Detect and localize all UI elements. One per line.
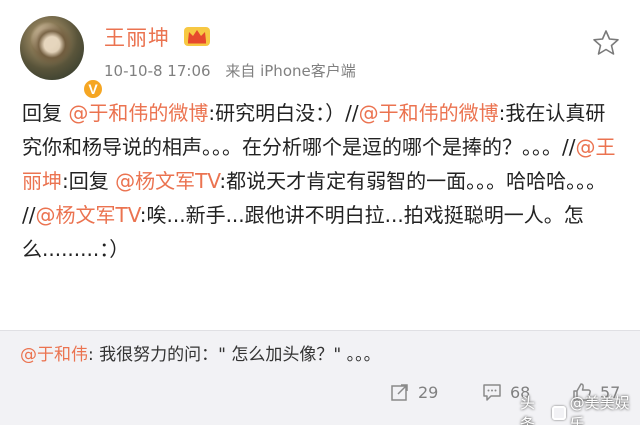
comment-author-mention[interactable]: @于和伟	[20, 345, 88, 365]
repost-count: 29	[418, 382, 439, 402]
username[interactable]: 王丽坤	[104, 22, 170, 52]
post-text-segment: 回复	[22, 101, 69, 125]
watermark-logo-icon	[552, 406, 566, 420]
mention-link[interactable]: @于和伟的微博	[68, 101, 208, 125]
post-text: 回复 @于和伟的微博:研究明白没：）//@于和伟的微博:我在认真研究你和杨导说的…	[22, 96, 624, 266]
post-text-segment: :回复	[62, 169, 116, 193]
watermark-prefix: 头条	[520, 394, 536, 425]
mention-link[interactable]: @于和伟的微博	[359, 101, 499, 125]
repost-icon	[391, 384, 408, 401]
repost-button[interactable]: 29	[390, 382, 438, 402]
mention-link[interactable]: @杨文军TV	[115, 169, 219, 193]
comment-text: : 我很努力的问：" 怎么加头像？" 。。。	[88, 345, 381, 365]
comment-icon	[483, 384, 501, 401]
star-icon[interactable]	[591, 28, 621, 58]
comment-line: @于和伟: 我很努力的问：" 怎么加头像？" 。。。	[20, 340, 381, 365]
post-text-segment: :研究明白没：）//	[208, 101, 359, 125]
post-header: V 王丽坤 10-10-8 17:06 来自 iPhone客户端	[0, 0, 640, 100]
avatar-photo	[30, 22, 74, 72]
post-time[interactable]: 10-10-8 17:06	[104, 62, 211, 80]
comment-preview[interactable]: @于和伟: 我很努力的问：" 怎么加头像？" 。。。	[0, 330, 640, 374]
mention-link[interactable]: @杨文军TV	[35, 203, 139, 227]
post-meta: 10-10-8 17:06 来自 iPhone客户端	[104, 60, 356, 81]
avatar[interactable]: V	[20, 16, 104, 100]
watermark: 头条 @美美娱乐	[520, 392, 640, 425]
watermark-handle: @美美娱乐	[569, 394, 630, 425]
vip-crown-icon[interactable]	[183, 24, 211, 48]
post-source: 来自 iPhone客户端	[225, 62, 356, 80]
